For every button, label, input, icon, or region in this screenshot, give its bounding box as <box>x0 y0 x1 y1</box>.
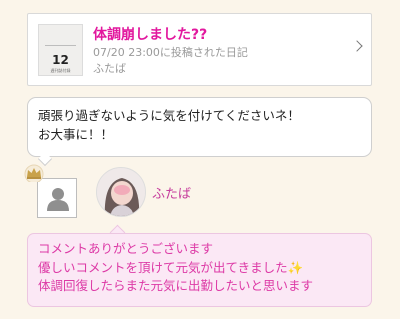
diary-author: ふたば <box>93 62 126 75</box>
guest-comment-bubble: 頑張り過ぎないように気を付けてくださいネ！ お大事に！！ <box>27 97 372 157</box>
diary-post-date: 07/20 23:00に投稿された日記 <box>93 46 248 59</box>
author-name[interactable]: ふたば <box>152 183 191 202</box>
reply-line-3: 体調回復したらまた元気に出勤したいと思います <box>38 278 314 293</box>
reply-line-1: コメントありがとうございます <box>38 241 214 256</box>
author-avatar[interactable] <box>96 167 146 217</box>
thumbnail-day: 12 <box>52 53 69 67</box>
diary-thumbnail: 12 週刊誌付録 <box>38 24 83 76</box>
crown-icon <box>24 164 44 182</box>
diary-link-card[interactable]: 12 週刊誌付録 体調崩しました?? 07/20 23:00に投稿された日記 ふ… <box>27 13 372 86</box>
comment-line-1: 頑張り過ぎないように気を付けてくださいネ！ <box>38 108 300 123</box>
author-photo <box>97 168 145 216</box>
author-reply-bubble: コメントありがとうございます 優しいコメントを頂けて元気が出てきました✨ 体調回… <box>27 233 372 307</box>
user-silhouette-icon <box>47 188 69 211</box>
thumbnail-caption: 週刊誌付録 <box>50 68 71 73</box>
sparkle-emoji: ✨ <box>287 259 304 275</box>
guest-avatar <box>37 178 77 218</box>
reply-line-2: 優しいコメントを頂けて元気が出てきました✨ <box>38 259 304 275</box>
comment-line-2: お大事に！！ <box>38 127 114 142</box>
diary-title[interactable]: 体調崩しました?? <box>93 24 207 44</box>
chevron-right-icon[interactable] <box>351 40 363 52</box>
